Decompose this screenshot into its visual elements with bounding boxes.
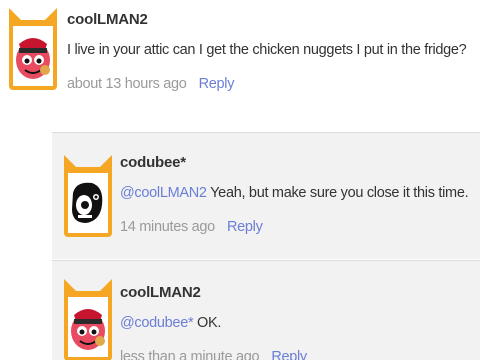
comment-meta: about 13 hours ago Reply: [67, 74, 477, 94]
fox-frame-black-white-avatar-icon: [64, 155, 112, 237]
fox-frame-red-cap-avatar-icon: [64, 279, 112, 360]
reply-button[interactable]: Reply: [271, 349, 307, 360]
comment-username[interactable]: codubee*: [120, 153, 475, 173]
user-avatar[interactable]: [9, 8, 57, 90]
comment-body: coolLMAN2 I live in your attic can I get…: [67, 10, 477, 94]
comment-text: @codubee* OK.: [120, 313, 475, 333]
reply-button[interactable]: Reply: [227, 219, 263, 235]
reply-comment: codubee* @coolLMAN2 Yeah, but make sure …: [52, 132, 480, 259]
comment-username[interactable]: coolLMAN2: [67, 10, 477, 30]
comment-username[interactable]: coolLMAN2: [120, 283, 475, 303]
comment-body: coolLMAN2 @codubee* OK. less than a minu…: [120, 283, 475, 360]
user-avatar[interactable]: [64, 279, 112, 360]
comment-text: @coolLMAN2 Yeah, but make sure you close…: [120, 183, 475, 203]
comment-timestamp: less than a minute ago: [120, 349, 260, 360]
comment-text: I live in your attic can I get the chick…: [67, 42, 467, 58]
comments-thread: coolLMAN2 I live in your attic can I get…: [0, 0, 480, 360]
reply-comment: coolLMAN2 @codubee* OK. less than a minu…: [52, 260, 480, 360]
fox-frame-red-cap-avatar-icon: [9, 8, 57, 90]
comment-text-body: Yeah, but make sure you close it this ti…: [206, 185, 469, 201]
comment-meta: 14 minutes ago Reply: [120, 217, 475, 237]
comment: coolLMAN2 I live in your attic can I get…: [0, 0, 480, 130]
mention-link[interactable]: @codubee*: [120, 315, 194, 331]
comment-meta: less than a minute ago Reply: [120, 347, 475, 360]
comment-text-body: OK.: [193, 315, 222, 331]
comment-body: codubee* @coolLMAN2 Yeah, but make sure …: [120, 153, 475, 237]
reply-button[interactable]: Reply: [199, 76, 235, 92]
comment-timestamp: 14 minutes ago: [120, 219, 215, 235]
comment-timestamp: about 13 hours ago: [67, 76, 187, 92]
user-avatar[interactable]: [64, 155, 112, 237]
mention-link[interactable]: @coolLMAN2: [120, 185, 207, 201]
